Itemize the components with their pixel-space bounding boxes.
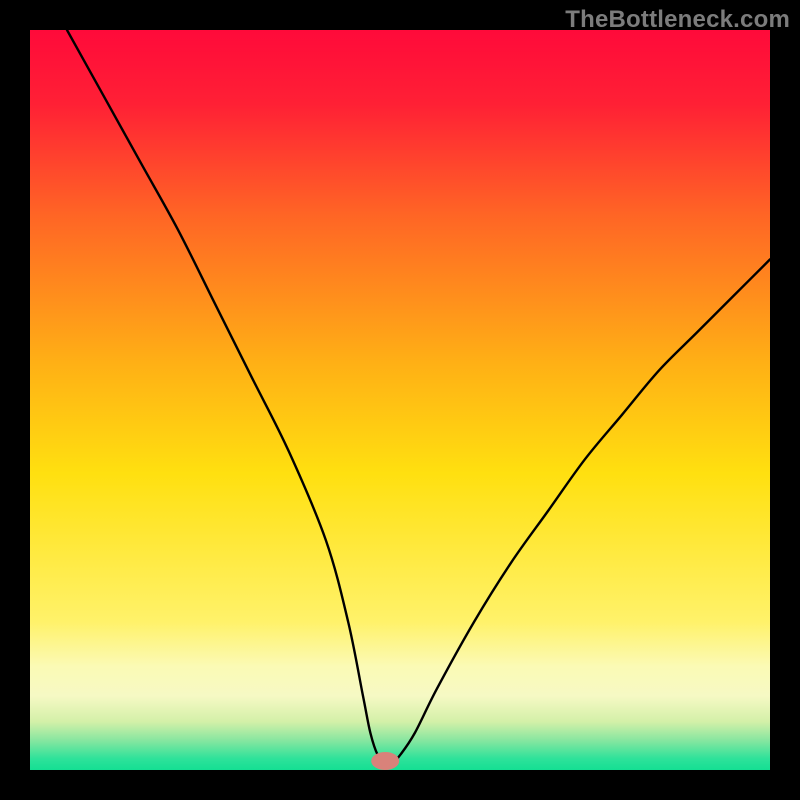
bottleneck-curve [30, 30, 770, 770]
chart-frame: TheBottleneck.com [0, 0, 800, 800]
plot-area [30, 30, 770, 770]
watermark-text: TheBottleneck.com [565, 6, 790, 34]
optimal-point-marker [371, 752, 399, 770]
